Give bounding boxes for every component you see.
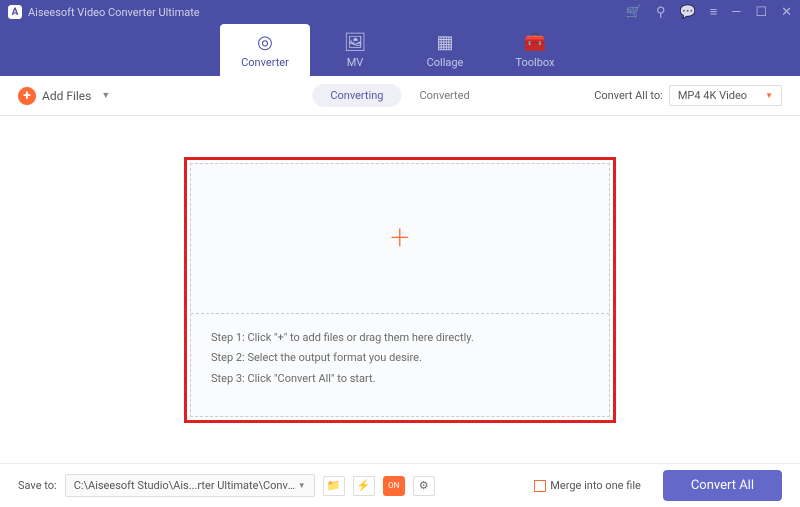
checkbox-icon [534,480,546,492]
output-format-select[interactable]: MP4 4K Video ▼ [669,85,782,106]
merge-label: Merge into one file [550,479,641,492]
folder-icon: 📁 [327,479,341,492]
convert-all-button[interactable]: Convert All [663,470,782,501]
format-value: MP4 4K Video [678,89,747,102]
gear-icon: ⚙ [419,479,429,492]
chevron-down-icon: ▼ [298,481,306,490]
main-tabs: ◎ Converter 🖼 MV ▦ Collage 🧰 Toolbox [0,24,800,76]
save-path-select[interactable]: C:\Aiseesoft Studio\Ais...rter Ultimate\… [65,474,315,497]
tab-converter[interactable]: ◎ Converter [220,24,310,76]
menu-icon[interactable]: ≡ [710,4,718,20]
key-icon[interactable]: ⚲ [656,5,666,20]
gpu-icon: ON [388,481,399,490]
gpu-toggle-button[interactable]: ON [383,476,405,496]
instruction-steps: Step 1: Click "+" to add files or drag t… [191,314,609,405]
converter-icon: ◎ [257,32,273,53]
minimize-icon[interactable]: — [731,5,741,20]
dropzone-add-area[interactable]: + [191,164,609,314]
save-to-label: Save to: [18,479,57,492]
cart-icon[interactable]: 🛒 [626,5,642,20]
title-bar: A Aiseesoft Video Converter Ultimate 🛒 ⚲… [0,0,800,24]
bottom-bar: Save to: C:\Aiseesoft Studio\Ais...rter … [0,463,800,507]
toolbox-icon: 🧰 [524,32,546,53]
dropzone-highlight: + Step 1: Click "+" to add files or drag… [184,157,616,423]
chevron-down-icon: ▼ [765,91,773,100]
mv-icon: 🖼 [344,32,367,53]
add-files-label: Add Files [42,89,91,103]
chat-icon[interactable]: 💬 [680,5,696,20]
tab-collage[interactable]: ▦ Collage [400,24,490,76]
merge-checkbox[interactable]: Merge into one file [534,479,641,492]
settings-button[interactable]: ⚙ [413,476,435,496]
step-1: Step 1: Click "+" to add files or drag t… [211,328,589,349]
app-logo-icon: A [8,5,22,19]
close-icon[interactable]: ✕ [781,5,792,20]
subtab-converted[interactable]: Converted [401,84,487,107]
step-3: Step 3: Click "Convert All" to start. [211,369,589,390]
maximize-icon[interactable]: ☐ [755,5,767,20]
main-stage: + Step 1: Click "+" to add files or drag… [0,116,800,463]
subtab-converting[interactable]: Converting [312,84,401,107]
tab-label: Converter [241,56,289,69]
dropzone[interactable]: + Step 1: Click "+" to add files or drag… [190,163,610,417]
lightning-icon: ⚡ [357,479,371,492]
big-plus-icon: + [390,218,409,258]
tab-label: Collage [427,56,464,69]
open-folder-button[interactable]: 📁 [323,476,345,496]
step-2: Step 2: Select the output format you des… [211,348,589,369]
convert-all-label: Convert All to: [594,89,663,102]
hw-accel-button[interactable]: ⚡ [353,476,375,496]
toolbar: + Add Files ▼ Converting Converted Conve… [0,76,800,116]
chevron-down-icon: ▼ [101,90,110,101]
app-title: Aiseesoft Video Converter Ultimate [28,6,200,19]
sub-tabs: Converting Converted [312,84,487,107]
tab-mv[interactable]: 🖼 MV [310,24,400,76]
collage-icon: ▦ [436,32,453,53]
tab-label: MV [347,56,364,69]
tab-label: Toolbox [515,56,554,69]
save-path-value: C:\Aiseesoft Studio\Ais...rter Ultimate\… [74,479,298,492]
titlebar-actions: 🛒 ⚲ 💬 ≡ — ☐ ✕ [626,4,792,20]
add-files-button[interactable]: + Add Files ▼ [18,87,110,105]
plus-icon: + [18,87,36,105]
tab-toolbox[interactable]: 🧰 Toolbox [490,24,580,76]
convert-all-to: Convert All to: MP4 4K Video ▼ [594,85,782,106]
